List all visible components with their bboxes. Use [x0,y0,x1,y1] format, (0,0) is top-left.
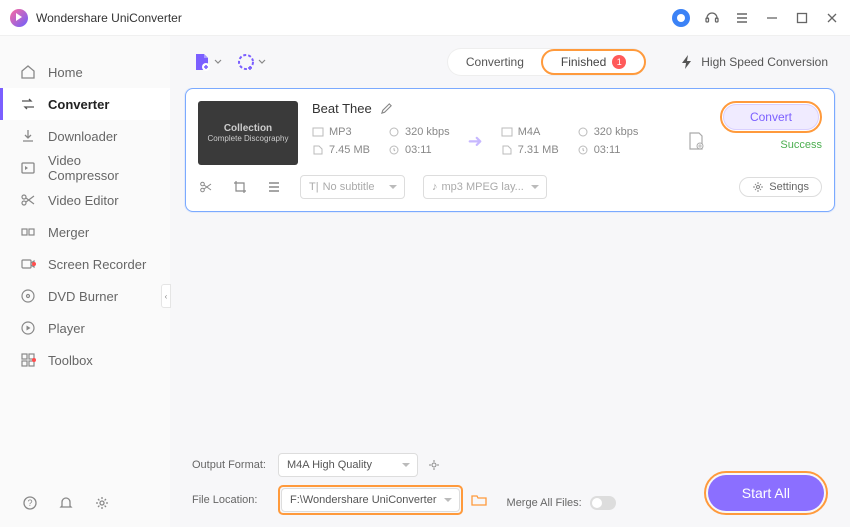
sidebar-item-label: Toolbox [48,353,93,368]
sidebar-item-label: Video Editor [48,193,119,208]
finished-count-badge: 1 [612,55,626,69]
subtitle-select[interactable]: T|No subtitle [300,175,405,199]
start-all-button[interactable]: Start All [708,475,824,511]
src-size: 7.45 MB [312,144,370,156]
toolbar: Converting Finished1 High Speed Conversi… [170,36,850,88]
trim-icon[interactable] [198,179,214,195]
output-format-label: Output Format: [192,459,270,471]
menu-icon[interactable] [734,10,750,26]
sidebar: Home Converter Downloader Video Compress… [0,36,170,527]
arrow-icon: ➜ [468,131,483,152]
play-icon [20,320,36,336]
conversion-item: CollectionComplete Discography Beat Thee… [185,88,835,212]
minimize-icon[interactable] [764,10,780,26]
src-format: MP3 [312,126,370,138]
sidebar-item-editor[interactable]: Video Editor [0,184,170,216]
sidebar-item-label: Downloader [48,129,117,144]
file-location-label: File Location: [192,494,270,506]
sidebar-item-converter[interactable]: Converter [0,88,170,120]
open-folder-icon[interactable] [471,493,487,507]
dst-size: 7.31 MB [501,144,559,156]
merge-label: Merge All Files: [507,497,582,509]
sidebar-item-downloader[interactable]: Downloader [0,120,170,152]
sidebar-collapse-handle[interactable]: ‹ [161,284,171,308]
headset-icon[interactable] [704,10,720,26]
sidebar-item-label: Video Compressor [48,153,150,183]
high-speed-toggle[interactable]: High Speed Conversion [679,54,828,70]
converter-icon [20,96,36,112]
edit-title-icon[interactable] [380,102,393,115]
download-icon [20,128,36,144]
sidebar-item-label: DVD Burner [48,289,118,304]
merge-toggle[interactable] [590,496,616,510]
sidebar-item-toolbox[interactable]: Toolbox [0,344,170,376]
audio-track-select[interactable]: ♪mp3 MPEG lay... [423,175,547,199]
item-settings-button[interactable]: Settings [739,177,822,197]
output-format-select[interactable]: M4A High Quality [278,453,418,477]
titlebar: Wondershare UniConverter [0,0,850,36]
maximize-icon[interactable] [794,10,810,26]
format-settings-icon[interactable] [426,457,442,473]
sidebar-item-label: Screen Recorder [48,257,146,272]
src-bitrate: 320 kbps [388,126,450,138]
item-title: Beat Thee [312,101,372,116]
status-label: Success [780,139,822,151]
output-settings-icon[interactable] [686,131,706,151]
sidebar-item-player[interactable]: Player [0,312,170,344]
dst-bitrate: 320 kbps [577,126,639,138]
sidebar-item-compressor[interactable]: Video Compressor [0,152,170,184]
sidebar-item-label: Home [48,65,83,80]
dst-format: M4A [501,126,559,138]
thumbnail: CollectionComplete Discography [198,101,298,165]
effects-icon[interactable] [266,179,282,195]
add-file-button[interactable] [192,52,222,72]
notification-dot [32,358,36,362]
tab-converting[interactable]: Converting [448,49,542,75]
settings-icon[interactable] [94,495,110,511]
footer: Output Format: M4A High Quality File Loc… [170,445,850,527]
status-tabs: Converting Finished1 [448,49,645,75]
dst-duration: 03:11 [577,144,639,156]
src-duration: 03:11 [388,144,450,156]
bell-icon[interactable] [58,495,74,511]
close-icon[interactable] [824,10,840,26]
app-title: Wondershare UniConverter [36,11,182,25]
recorder-icon [20,256,36,272]
disc-icon [20,288,36,304]
convert-button[interactable]: Convert [723,104,819,130]
svg-text:?: ? [27,498,32,508]
crop-icon[interactable] [232,179,248,195]
sidebar-item-home[interactable]: Home [0,56,170,88]
sidebar-item-label: Converter [48,97,109,112]
toolbox-icon [20,352,36,368]
sidebar-item-merger[interactable]: Merger [0,216,170,248]
tab-finished[interactable]: Finished1 [541,49,646,75]
sidebar-item-recorder[interactable]: Screen Recorder [0,248,170,280]
scissors-icon [20,192,36,208]
add-url-button[interactable] [236,52,266,72]
notification-dot [32,262,36,266]
help-icon[interactable]: ? [22,495,38,511]
merge-icon [20,224,36,240]
sidebar-item-label: Player [48,321,85,336]
app-logo-icon [10,9,28,27]
file-location-select[interactable]: F:\Wondershare UniConverter [281,488,460,512]
avatar-icon[interactable] [672,9,690,27]
compress-icon [20,160,36,176]
sidebar-item-dvd[interactable]: DVD Burner [0,280,170,312]
home-icon [20,64,36,80]
sidebar-item-label: Merger [48,225,89,240]
